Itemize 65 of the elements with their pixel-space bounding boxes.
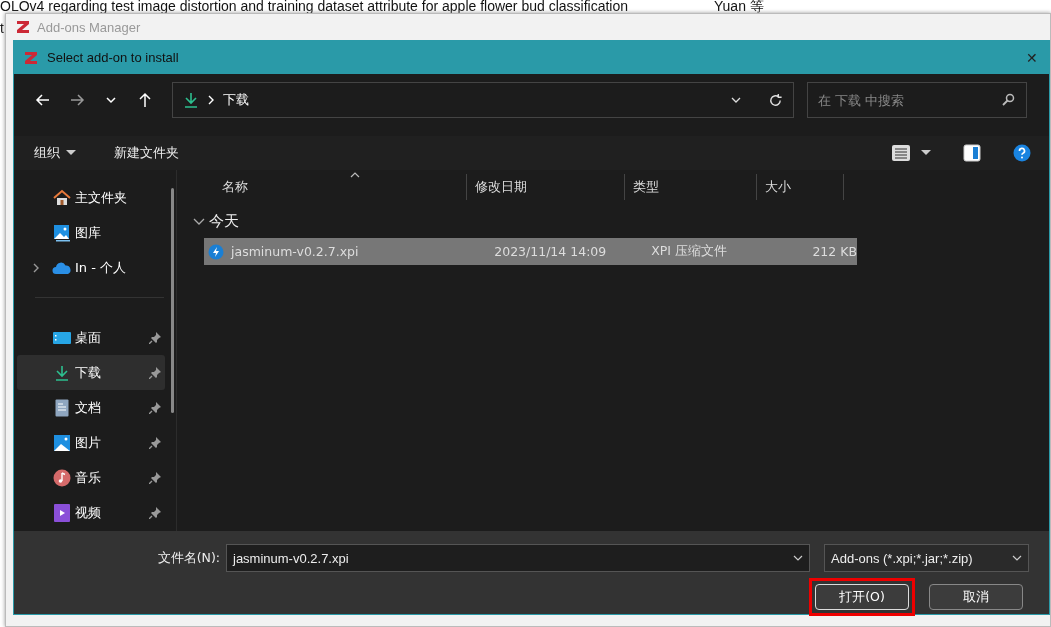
search-icon	[1001, 93, 1015, 107]
search-field[interactable]: 在 下载 中搜索	[807, 82, 1027, 118]
sort-ascending-icon	[350, 172, 360, 178]
gallery-icon	[53, 223, 71, 242]
column-header[interactable]: 类型	[625, 174, 757, 200]
pin-icon[interactable]	[149, 436, 161, 449]
close-button[interactable]: ✕	[1015, 42, 1049, 73]
column-header[interactable]: 修改日期	[467, 174, 625, 200]
view-list-icon[interactable]	[891, 144, 911, 162]
sidebar-item[interactable]: In - 个人	[17, 250, 165, 285]
open-button[interactable]: 打开(O)	[815, 584, 909, 610]
pictures-icon	[54, 434, 70, 451]
file-name: jasminum-v0.2.7.xpi	[231, 244, 359, 259]
breadcrumb-item[interactable]: 下载	[223, 91, 249, 109]
video-icon	[54, 503, 70, 522]
dialog-title: Select add-on to install	[47, 50, 179, 65]
download-icon	[54, 364, 70, 381]
sidebar-item[interactable]: 图片	[17, 425, 165, 460]
cancel-button[interactable]: 取消	[929, 584, 1023, 610]
chevron-down-icon[interactable]	[793, 553, 803, 563]
chevron-down-icon[interactable]	[1012, 553, 1022, 563]
file-type-dropdown[interactable]: Add-ons (*.xpi;*.jar;*.zip)	[824, 544, 1029, 572]
column-header[interactable]: 名称	[177, 174, 467, 200]
home-icon	[53, 188, 71, 207]
scrollbar[interactable]	[171, 188, 174, 413]
caret-icon[interactable]	[921, 150, 931, 156]
organize-menu-button[interactable]: 组织	[28, 140, 82, 166]
sidebar-item[interactable]: 桌面	[17, 320, 165, 355]
help-icon[interactable]	[1013, 144, 1031, 162]
sidebar-item[interactable]: 音乐	[17, 460, 165, 495]
sidebar-item[interactable]: 下载	[17, 355, 165, 390]
z-logo-icon	[15, 19, 31, 35]
download-icon	[183, 92, 199, 108]
author-text: Yuan 等	[714, 0, 764, 12]
background-text: t	[0, 20, 4, 36]
pin-icon[interactable]	[149, 471, 161, 484]
background-text: OLOv4 regarding test image distortion and training dataset attribute for apple flower bud classification	[0, 0, 630, 12]
sidebar-item[interactable]: 视频	[17, 495, 165, 530]
z-logo-icon	[23, 49, 39, 66]
breadcrumb-separator-icon	[207, 95, 215, 105]
file-size: 212 KB	[811, 244, 857, 259]
pin-icon[interactable]	[149, 506, 161, 519]
caret-icon	[66, 150, 76, 156]
pin-icon[interactable]	[149, 366, 161, 379]
filename-field[interactable]: jasminum-v0.2.7.xpi	[226, 544, 810, 572]
refresh-icon[interactable]	[768, 92, 783, 108]
music-icon	[53, 468, 71, 487]
sidebar-item[interactable]: 主文件夹	[17, 180, 165, 215]
desktop-icon	[53, 330, 71, 345]
window-title: Add-ons Manager	[37, 19, 141, 35]
sidebar-item[interactable]: 图库	[17, 215, 165, 250]
pin-icon[interactable]	[149, 331, 161, 344]
new-folder-button[interactable]: 新建文件夹	[108, 140, 185, 166]
expand-chevron-icon[interactable]	[32, 261, 40, 274]
sidebar-item[interactable]: 文档	[17, 390, 165, 425]
filename-label: 文件名(N):	[157, 549, 220, 567]
modified-date: 2023/11/14 14:09	[494, 244, 608, 259]
column-header[interactable]: 大小	[757, 174, 844, 200]
preview-pane-icon[interactable]	[963, 144, 981, 162]
address-bar[interactable]: 下载	[172, 82, 794, 118]
file-type: XPI 压缩文件	[651, 243, 729, 260]
pin-icon[interactable]	[149, 401, 161, 414]
group-header[interactable]: 今天	[177, 204, 1049, 238]
cloud-icon	[52, 260, 72, 275]
document-icon	[55, 398, 69, 417]
